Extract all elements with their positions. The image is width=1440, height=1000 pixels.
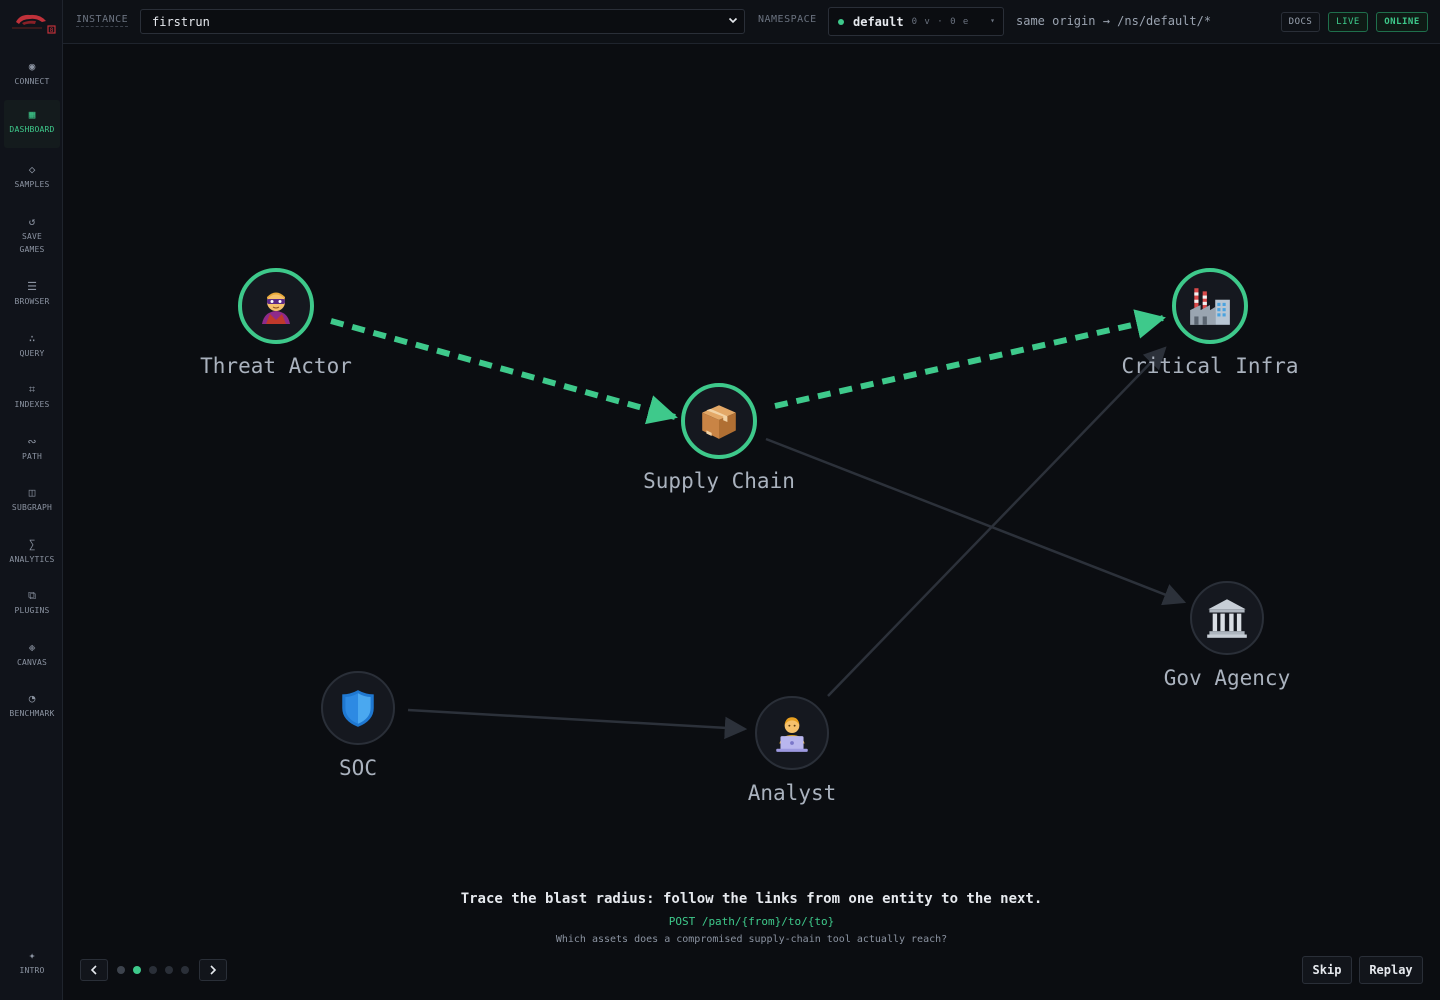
shield-icon	[337, 687, 379, 729]
sidebar-item-label: SAMPLES	[14, 180, 50, 189]
sidebar-item-intro[interactable]: ✦ INTRO	[4, 945, 60, 977]
node-label: SOC	[339, 756, 377, 780]
sidebar-item-label: INDEXES	[14, 400, 50, 409]
query-icon: ∴	[28, 332, 36, 345]
live-badge[interactable]: LIVE	[1328, 12, 1368, 32]
sidebar-item-plugins[interactable]: ⧉ PLUGINS	[4, 585, 60, 617]
caret-down-icon: ▾	[990, 16, 995, 25]
indexes-icon: ⌗	[28, 383, 36, 396]
sidebar-item-path[interactable]: ∾ PATH	[4, 431, 60, 463]
sidebar-item-label: QUERY	[19, 349, 45, 358]
edge-supply-gov[interactable]	[765, 437, 1187, 606]
sidebar-item-label: DASHBOARD	[9, 125, 55, 134]
benchmark-icon: ◔	[28, 692, 36, 705]
sidebar-item-analytics[interactable]: ∑ ANALYTICS	[4, 534, 60, 566]
sidebar-item-label: CANVAS	[16, 658, 48, 667]
namespace-name: default	[853, 14, 904, 29]
step-dot[interactable]	[149, 966, 157, 974]
app-logo[interactable]: 8	[6, 8, 58, 36]
sidebar-item-save-games[interactable]: ↺ SAVE GAMES	[4, 211, 60, 256]
sidebar-item-dashboard[interactable]: ▦ DASHBOARD	[4, 100, 60, 148]
samples-icon: ◇	[28, 163, 36, 176]
edge-analyst-infra[interactable]	[827, 346, 1167, 697]
supervillain-icon	[256, 286, 296, 326]
instance-label: INSTANCE	[76, 14, 129, 27]
sidebar-item-label: SUBGRAPH	[11, 503, 53, 512]
node-circle[interactable]	[321, 671, 395, 745]
sidebar-item-indexes[interactable]: ⌗ INDEXES	[4, 379, 60, 411]
edge-supply-infra[interactable]	[774, 309, 1166, 409]
sidebar-item-browser[interactable]: ☰ BROWSER	[4, 276, 60, 308]
sidebar: 8 ◉ CONNECT ▦ DASHBOARD ◇ SAMPLES ↺ SAVE GAMES ☰…	[0, 0, 63, 1000]
path-icon: ∾	[27, 435, 37, 448]
route-text: same origin → /ns/default/*	[1016, 14, 1212, 28]
status-dot-icon	[838, 18, 844, 25]
canvas-icon: ❉	[28, 641, 36, 654]
edge-soc-analyst[interactable]	[407, 708, 748, 740]
sidebar-item-connect[interactable]: ◉ CONNECT	[4, 56, 60, 88]
node-circle[interactable]	[681, 383, 757, 459]
node-label: Analyst	[747, 781, 837, 805]
sidebar-item-label: BROWSER	[14, 297, 50, 306]
sparkle-icon: ✦	[28, 949, 36, 962]
online-badge: ONLINE	[1376, 12, 1428, 32]
step-dot[interactable]	[181, 966, 189, 974]
subgraph-icon: ◫	[28, 486, 36, 499]
plugins-icon: ⧉	[28, 589, 36, 602]
sidebar-item-label: INTRO	[19, 966, 45, 975]
step-dot[interactable]	[133, 966, 141, 974]
sidebar-item-label: PATH	[21, 452, 43, 461]
namespace-label: NAMESPACE	[758, 14, 817, 25]
analytics-icon: ∑	[28, 538, 36, 551]
node-label: Threat Actor	[200, 354, 352, 378]
replay-button[interactable]: Replay	[1359, 956, 1423, 984]
tour-question: Which assets does a compromised supply-c…	[555, 934, 948, 945]
node-circle[interactable]	[238, 268, 314, 344]
node-circle[interactable]	[755, 696, 829, 770]
step-dot[interactable]	[165, 966, 173, 974]
instance-value: firstrun	[152, 14, 210, 29]
sidebar-item-subgraph[interactable]: ◫ SUBGRAPH	[4, 482, 60, 514]
technologist-icon	[771, 712, 813, 754]
tour-title: Trace the blast radius: follow the links…	[460, 891, 1043, 907]
sidebar-item-samples[interactable]: ◇ SAMPLES	[4, 159, 60, 191]
save-games-icon: ↺	[28, 215, 36, 228]
svg-text:8: 8	[50, 27, 54, 34]
tour-endpoint: POST /path/{from}/to/{to}	[668, 915, 835, 928]
sidebar-item-label: PLUGINS	[14, 606, 50, 615]
sidebar-item-benchmark[interactable]: ◔ BENCHMARK	[4, 688, 60, 720]
top-bar: INSTANCE firstrun NAMESPACE default 0 v …	[63, 0, 1440, 44]
namespace-select[interactable]: default 0 v · 0 e ▾	[828, 7, 1004, 36]
node-circle[interactable]	[1190, 581, 1264, 655]
node-label: Supply Chain	[643, 469, 795, 493]
graph-canvas[interactable]: Threat Actor Supply Chain Critical Infra…	[63, 44, 1440, 1000]
edge-threat-supply[interactable]	[330, 318, 678, 425]
package-icon	[698, 400, 740, 442]
chevron-left-icon	[90, 965, 97, 975]
node-label: Gov Agency	[1163, 666, 1291, 690]
graph-edges	[330, 309, 1187, 740]
node-circle[interactable]	[1172, 268, 1248, 344]
classical-building-icon	[1205, 596, 1249, 640]
connect-icon: ◉	[28, 60, 36, 73]
docs-button[interactable]: DOCS	[1281, 12, 1320, 32]
chevron-down-icon	[728, 17, 738, 24]
sidebar-item-query[interactable]: ∴ QUERY	[4, 328, 60, 360]
node-label: Critical Infra	[1121, 354, 1299, 378]
factory-icon	[1187, 285, 1233, 327]
browser-icon: ☰	[27, 280, 37, 293]
sidebar-item-label: SAVE GAMES	[19, 232, 45, 254]
chevron-right-icon	[210, 965, 217, 975]
sidebar-item-label: CONNECT	[14, 77, 50, 86]
sidebar-item-label: ANALYTICS	[9, 555, 55, 564]
next-step-button[interactable]	[199, 959, 227, 981]
sidebar-item-label: BENCHMARK	[9, 709, 55, 718]
instance-select[interactable]: firstrun	[140, 9, 745, 34]
namespace-counts: 0 v · 0 e	[911, 16, 970, 27]
prev-step-button[interactable]	[80, 959, 108, 981]
skip-button[interactable]: Skip	[1302, 956, 1352, 984]
sidebar-item-canvas[interactable]: ❉ CANVAS	[4, 637, 60, 669]
dashboard-icon: ▦	[28, 108, 36, 121]
step-dot[interactable]	[117, 966, 125, 974]
